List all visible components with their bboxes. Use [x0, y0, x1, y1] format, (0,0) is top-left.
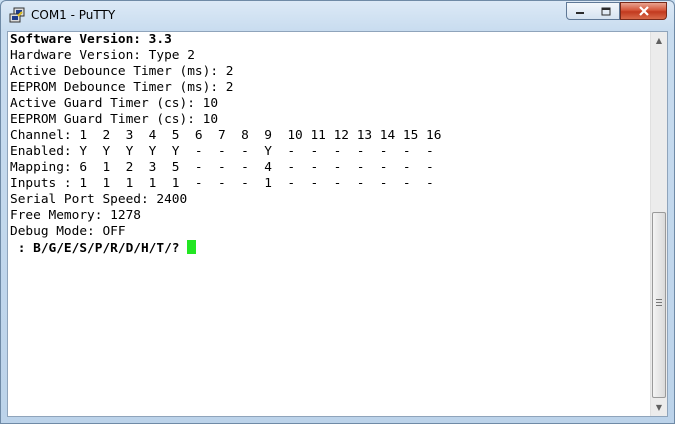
terminal-line: EEPROM Guard Timer (cs): 10 [10, 112, 650, 128]
terminal-line: Serial Port Speed: 2400 [10, 192, 650, 208]
scroll-up-button[interactable]: ▲ [651, 32, 667, 49]
terminal-line-text: Software Version: 3.3 [10, 32, 172, 47]
terminal-line: Mapping: 6 1 2 3 5 - - - 4 - - - - - - - [10, 160, 650, 176]
close-icon [638, 6, 649, 16]
title-bar[interactable]: COM1 - PuTTY [1, 1, 674, 31]
terminal-line: Inputs : 1 1 1 1 1 - - - 1 - - - - - - - [10, 176, 650, 192]
terminal-line-text: Active Guard Timer (cs): 10 [10, 96, 219, 111]
terminal-line: Active Guard Timer (cs): 10 [10, 96, 650, 112]
terminal-line: Debug Mode: OFF [10, 224, 650, 240]
window-title: COM1 - PuTTY [31, 8, 116, 22]
terminal-line: Software Version: 3.3 [10, 32, 650, 48]
terminal-line-text: Channel: 1 2 3 4 5 6 7 8 9 10 11 12 13 1… [10, 128, 442, 143]
minimize-button[interactable] [566, 2, 594, 20]
terminal-line: Enabled: Y Y Y Y Y - - - Y - - - - - - - [10, 144, 650, 160]
maximize-button[interactable] [593, 2, 620, 20]
chevron-down-icon: ▼ [655, 403, 663, 412]
close-button[interactable] [620, 2, 667, 20]
terminal-line-text: Enabled: Y Y Y Y Y - - - Y - - - - - - - [10, 144, 434, 159]
vertical-scrollbar[interactable]: ▲ ▼ [650, 32, 667, 416]
terminal-line: Free Memory: 1278 [10, 208, 650, 224]
putty-computer-icon[interactable] [9, 7, 25, 23]
terminal-line-text: Free Memory: 1278 [10, 208, 141, 223]
terminal-line: Active Debounce Timer (ms): 2 [10, 64, 650, 80]
scroll-down-button[interactable]: ▼ [651, 399, 667, 416]
terminal-line-text: Serial Port Speed: 2400 [10, 192, 188, 207]
terminal-line-text: Debug Mode: OFF [10, 224, 126, 239]
terminal-line-text: Mapping: 6 1 2 3 5 - - - 4 - - - - - - - [10, 160, 434, 175]
terminal-line: Hardware Version: Type 2 [10, 48, 650, 64]
terminal-line-text: EEPROM Debounce Timer (ms): 2 [10, 80, 234, 95]
scroll-thumb[interactable] [652, 212, 666, 398]
terminal-line-text: Hardware Version: Type 2 [10, 48, 195, 63]
putty-window: COM1 - PuTTY Software Version: 3.3 Hardwa… [0, 0, 675, 424]
grip-icon [656, 299, 662, 306]
terminal-area[interactable]: Software Version: 3.3 Hardware Version: T… [7, 31, 668, 417]
terminal-output[interactable]: Software Version: 3.3 Hardware Version: T… [10, 32, 650, 416]
terminal-line-text: Active Debounce Timer (ms): 2 [10, 64, 234, 79]
terminal-line: Channel: 1 2 3 4 5 6 7 8 9 10 11 12 13 1… [10, 128, 650, 144]
terminal-line-text: Inputs : 1 1 1 1 1 - - - 1 - - - - - - - [10, 176, 434, 191]
command-prompt: : B/G/E/S/P/R/D/H/T/? [10, 241, 188, 256]
maximize-icon [601, 7, 611, 15]
chevron-up-icon: ▲ [655, 36, 663, 45]
text-cursor [187, 240, 197, 254]
minimize-icon [576, 12, 584, 14]
terminal-line-text: EEPROM Guard Timer (cs): 10 [10, 112, 219, 127]
terminal-line: : B/G/E/S/P/R/D/H/T/? [10, 240, 650, 256]
terminal-line: EEPROM Debounce Timer (ms): 2 [10, 80, 650, 96]
